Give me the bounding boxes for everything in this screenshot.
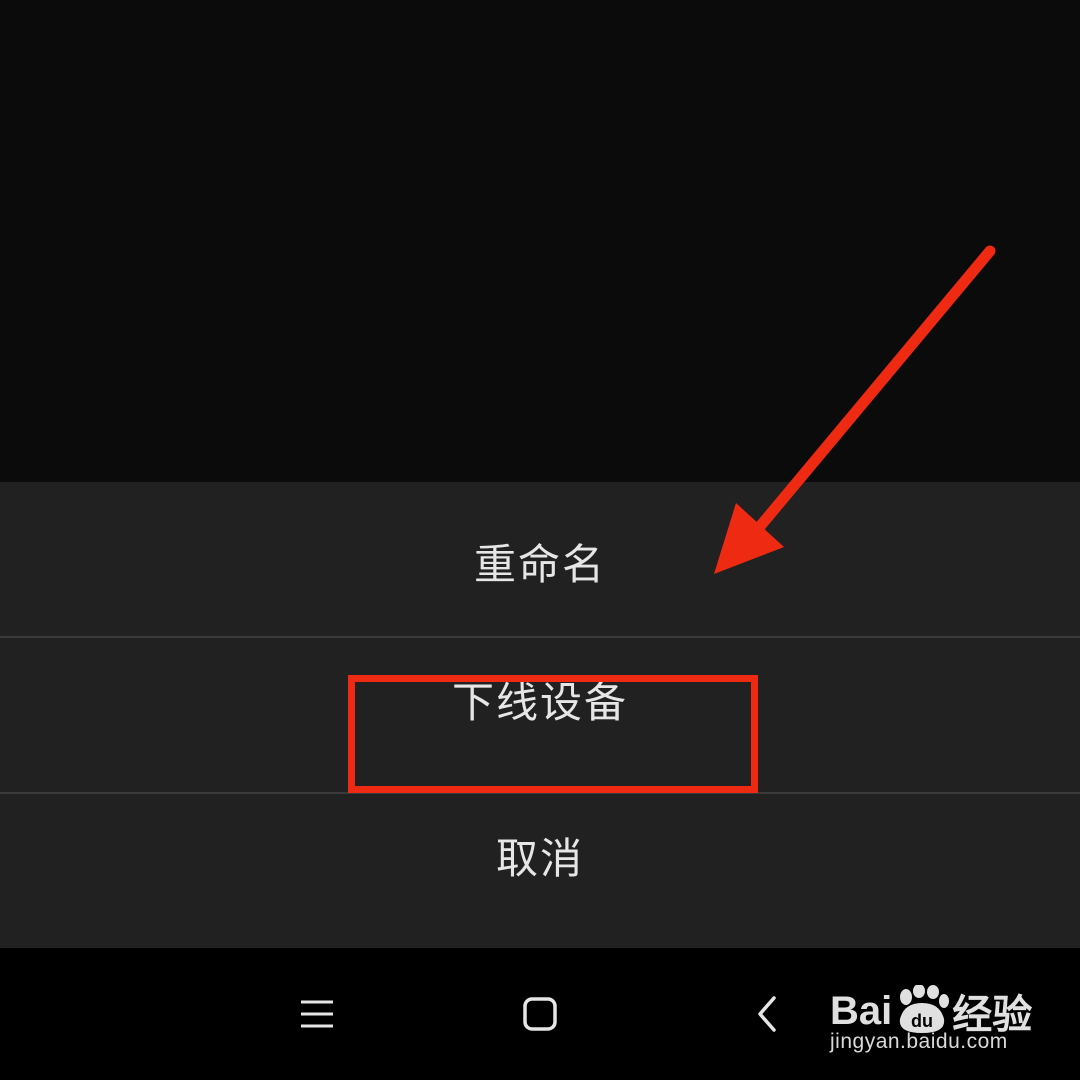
menu-icon <box>301 1000 333 1028</box>
rename-option-label: 重命名 <box>473 539 606 589</box>
baidu-jingyan-watermark: Bai du 经验 jingyan.baidu.com <box>826 962 1056 1062</box>
watermark-brand-prefix: Bai <box>830 988 893 1033</box>
back-icon <box>758 996 776 1032</box>
phone-screen: 重命名 下线设备 取消 Bai du 经验 jingyan.baidu.com <box>0 0 1080 1080</box>
offline-device-option[interactable]: 下线设备 <box>0 638 1080 792</box>
action-sheet: 重命名 下线设备 取消 <box>0 482 1080 948</box>
dimmed-background[interactable] <box>0 0 1080 482</box>
cancel-option-label: 取消 <box>495 833 584 883</box>
back-button[interactable] <box>731 978 803 1050</box>
home-button[interactable] <box>504 978 576 1050</box>
menu-button[interactable] <box>281 978 353 1050</box>
svg-text:du: du <box>911 1011 933 1031</box>
offline-device-option-label: 下线设备 <box>451 677 628 727</box>
watermark-url: jingyan.baidu.com <box>830 1030 1008 1053</box>
cancel-option[interactable]: 取消 <box>0 794 1080 948</box>
rename-option[interactable]: 重命名 <box>0 482 1080 636</box>
home-icon <box>523 997 557 1031</box>
